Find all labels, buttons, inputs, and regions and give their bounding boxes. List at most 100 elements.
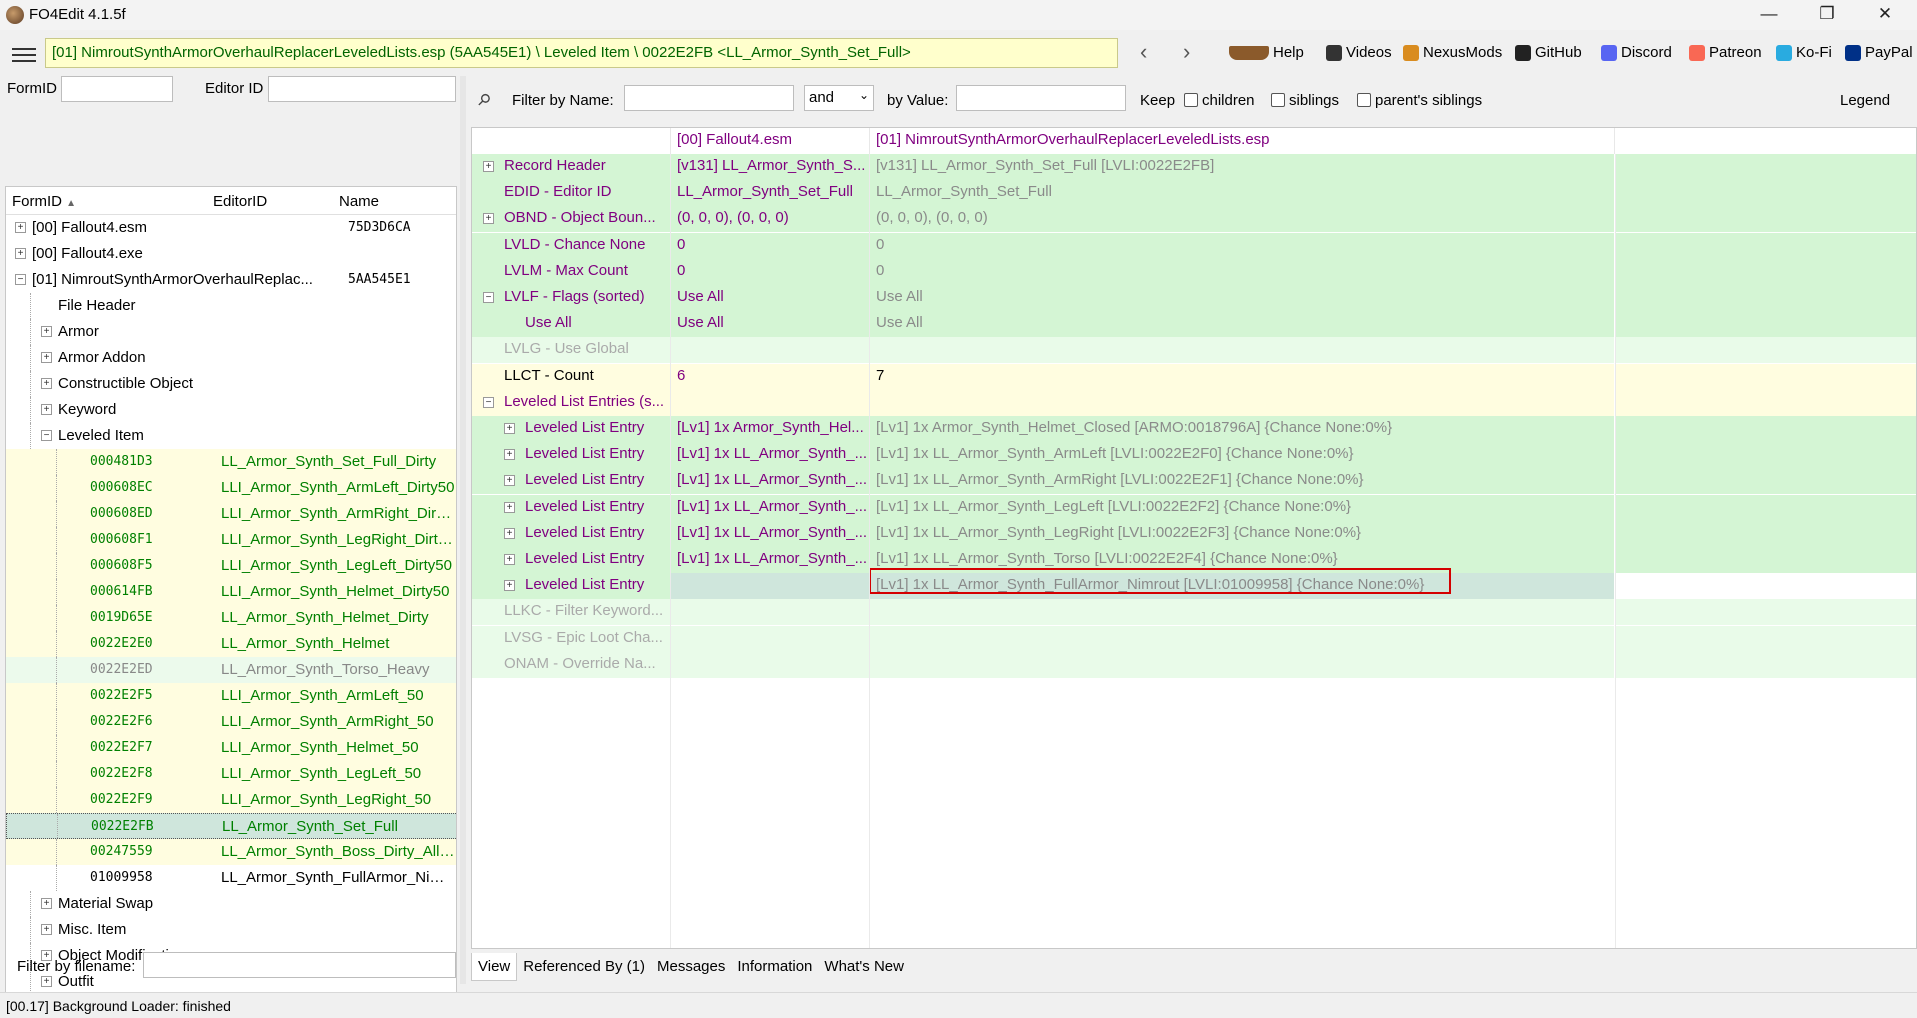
grid-value-plugin[interactable]: LL_Armor_Synth_Set_Full: [870, 180, 1615, 206]
back-arrow-icon[interactable]: ‹: [1140, 41, 1147, 63]
grid-value-master[interactable]: Use All: [671, 285, 870, 311]
tab-view[interactable]: View: [471, 953, 518, 981]
expand-icon[interactable]: +: [504, 449, 515, 460]
grid-value-plugin[interactable]: [870, 337, 1615, 363]
tree-record-row[interactable]: 0019D65E LL_Armor_Synth_Helmet_Dirty: [6, 605, 456, 631]
expand-icon[interactable]: +: [41, 378, 52, 389]
tree-group-row[interactable]: − Leveled Item: [6, 423, 456, 449]
tab-referenced-by-1[interactable]: Referenced By (1): [517, 953, 651, 981]
grid-value-plugin[interactable]: [870, 599, 1615, 625]
formid-column-header[interactable]: FormID ▲: [12, 193, 76, 210]
grid-value-plugin[interactable]: 0: [870, 259, 1615, 285]
grid-value-plugin[interactable]: [870, 626, 1615, 652]
grid-row[interactable]: − Leveled List Entries (s...: [472, 390, 1916, 416]
expand-icon[interactable]: +: [504, 554, 515, 565]
grid-row[interactable]: − LVLF - Flags (sorted) Use All Use All: [472, 285, 1916, 311]
keep-parents-siblings-checkbox[interactable]: parent's siblings: [1357, 92, 1482, 109]
toolbar-link-help[interactable]: Help: [1229, 44, 1304, 61]
tree-group-row[interactable]: + Armor Addon: [6, 345, 456, 371]
legend-button[interactable]: Legend: [1840, 92, 1890, 109]
tree-record-row[interactable]: 0022E2F5 LLI_Armor_Synth_ArmLeft_50: [6, 683, 456, 709]
restore-button[interactable]: ❐: [1799, 0, 1855, 30]
tree-record-row[interactable]: 0022E2F7 LLI_Armor_Synth_Helmet_50: [6, 735, 456, 761]
grid-row[interactable]: LVSG - Epic Loot Cha...: [472, 626, 1916, 652]
tree-record-row[interactable]: 0022E2E0 LL_Armor_Synth_Helmet: [6, 631, 456, 657]
expand-icon[interactable]: +: [41, 898, 52, 909]
menu-icon[interactable]: [12, 48, 36, 62]
grid-value-plugin[interactable]: Use All: [870, 285, 1615, 311]
grid-row[interactable]: + Leveled List Entry [Lv1] 1x LL_Armor_Syn…: [472, 521, 1916, 547]
keep-children-checkbox[interactable]: children: [1184, 92, 1255, 109]
tree-record-row[interactable]: 0022E2F9 LLI_Armor_Synth_LegRight_50: [6, 787, 456, 813]
grid-value-master[interactable]: [Lv1] 1x LL_Armor_Synth_...: [671, 442, 870, 468]
grid-value-master[interactable]: 0: [671, 259, 870, 285]
expand-icon[interactable]: +: [41, 326, 52, 337]
grid-value-master[interactable]: 0: [671, 233, 870, 259]
grid-value-plugin[interactable]: [Lv1] 1x LL_Armor_Synth_LegRight [LVLI:0…: [870, 521, 1615, 547]
grid-row[interactable]: + Leveled List Entry [Lv1] 1x LL_Armor_Syn…: [472, 442, 1916, 468]
tree-group-row[interactable]: + Misc. Item: [6, 917, 456, 943]
expand-icon[interactable]: +: [504, 475, 515, 486]
grid-value-plugin[interactable]: 7: [870, 364, 1615, 390]
expand-icon[interactable]: +: [504, 528, 515, 539]
tree-record-row[interactable]: 0022E2F8 LLI_Armor_Synth_LegLeft_50: [6, 761, 456, 787]
grid-value-plugin[interactable]: [Lv1] 1x LL_Armor_Synth_ArmLeft [LVLI:00…: [870, 442, 1615, 468]
collapse-icon[interactable]: −: [15, 274, 26, 285]
grid-value-master[interactable]: [Lv1] 1x Armor_Synth_Hel...: [671, 416, 870, 442]
filter-operator-select[interactable]: and ⌄: [804, 85, 874, 111]
tree-group-row[interactable]: + Keyword: [6, 397, 456, 423]
record-tree[interactable]: FormID ▲ EditorID Name + [00] Fallout4.es…: [5, 186, 457, 1018]
grid-value-master[interactable]: [671, 599, 870, 625]
minimize-button[interactable]: —: [1741, 0, 1797, 30]
tab-information[interactable]: Information: [731, 953, 818, 981]
collapse-icon[interactable]: −: [41, 430, 52, 441]
tree-group-row[interactable]: + Armor: [6, 319, 456, 345]
expand-icon[interactable]: +: [483, 213, 494, 224]
toolbar-link-ko-fi[interactable]: Ko-Fi: [1776, 44, 1832, 61]
grid-value-plugin[interactable]: [Lv1] 1x LL_Armor_Synth_LegLeft [LVLI:00…: [870, 495, 1615, 521]
tree-group-row[interactable]: + [00] Fallout4.exe: [6, 241, 456, 267]
filename-filter-input[interactable]: [143, 952, 456, 978]
grid-value-master[interactable]: [Lv1] 1x LL_Armor_Synth_...: [671, 547, 870, 573]
tree-group-row[interactable]: + Constructible Object: [6, 371, 456, 397]
tree-group-row[interactable]: − [01] NimroutSynthArmorOverhaulReplac...…: [6, 267, 456, 293]
grid-value-master[interactable]: [v131] LL_Armor_Synth_S...: [671, 154, 870, 180]
toolbar-link-nexusmods[interactable]: NexusMods: [1403, 44, 1502, 61]
grid-row[interactable]: + Leveled List Entry [Lv1] 1x LL_Armor_Syn…: [472, 468, 1916, 494]
tree-record-row[interactable]: 000481D3 LL_Armor_Synth_Set_Full_Dirty: [6, 449, 456, 475]
grid-value-master[interactable]: (0, 0, 0), (0, 0, 0): [671, 206, 870, 232]
grid-value-master[interactable]: [Lv1] 1x LL_Armor_Synth_...: [671, 495, 870, 521]
grid-row[interactable]: + Record Header [v131] LL_Armor_Synth_S...…: [472, 154, 1916, 180]
filter-by-name-input[interactable]: [624, 85, 794, 111]
tree-record-row[interactable]: 0022E2FB LL_Armor_Synth_Set_Full: [6, 813, 456, 840]
grid-row[interactable]: + OBND - Object Boun... (0, 0, 0), (0, 0, …: [472, 206, 1916, 232]
grid-row[interactable]: + Leveled List Entry [Lv1] 1x Armor_Synth_…: [472, 416, 1916, 442]
grid-header-fallout4-esm[interactable]: [00] Fallout4.esm: [671, 128, 870, 154]
grid-value-master[interactable]: [671, 390, 870, 416]
toolbar-link-paypal[interactable]: PayPal: [1845, 44, 1913, 61]
expand-icon[interactable]: +: [504, 423, 515, 434]
name-column-header[interactable]: Name: [339, 193, 379, 210]
grid-row[interactable]: LVLD - Chance None 0 0: [472, 233, 1916, 259]
grid-row[interactable]: Use All Use All Use All: [472, 311, 1916, 337]
grid-header-plugin-esp[interactable]: [01] NimroutSynthArmorOverhaulReplacerLe…: [870, 128, 1615, 154]
tree-record-row[interactable]: 000614FB LLI_Armor_Synth_Helmet_Dirty50: [6, 579, 456, 605]
toolbar-link-videos[interactable]: Videos: [1326, 44, 1392, 61]
editorid-filter-input[interactable]: [268, 76, 456, 102]
expand-icon[interactable]: +: [504, 580, 515, 591]
tab-messages[interactable]: Messages: [651, 953, 731, 981]
tree-group-row[interactable]: + [00] Fallout4.esm 75D3D6CA: [6, 215, 456, 241]
grid-row[interactable]: + Leveled List Entry [Lv1] 1x LL_Armor_Syn…: [472, 495, 1916, 521]
expand-icon[interactable]: +: [41, 404, 52, 415]
filter-by-value-input[interactable]: [956, 85, 1126, 111]
keep-siblings-checkbox[interactable]: siblings: [1271, 92, 1339, 109]
toolbar-link-discord[interactable]: Discord: [1601, 44, 1672, 61]
tree-record-row[interactable]: 0022E2ED LL_Armor_Synth_Torso_Heavy: [6, 657, 456, 683]
tree-group-row[interactable]: + Material Swap: [6, 891, 456, 917]
forward-arrow-icon[interactable]: ›: [1183, 41, 1190, 63]
grid-value-master[interactable]: [671, 626, 870, 652]
grid-value-plugin[interactable]: (0, 0, 0), (0, 0, 0): [870, 206, 1615, 232]
grid-value-plugin[interactable]: [870, 390, 1615, 416]
grid-value-master[interactable]: Use All: [671, 311, 870, 337]
expand-icon[interactable]: +: [504, 502, 515, 513]
